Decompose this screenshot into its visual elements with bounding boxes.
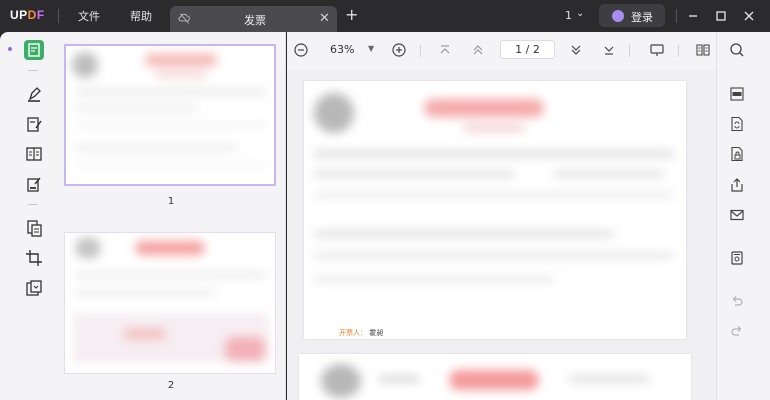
zoom-out-icon[interactable]	[293, 42, 309, 58]
share-icon[interactable]	[729, 177, 745, 193]
issuer-label: 开票人：	[339, 329, 367, 337]
reader-icon[interactable]	[24, 40, 44, 60]
toolbar-divider	[678, 45, 679, 57]
right-tool-rail	[716, 32, 770, 400]
document-page-2	[299, 354, 691, 400]
search-icon[interactable]	[729, 42, 745, 58]
close-window-icon[interactable]	[742, 9, 756, 23]
accent-dot	[8, 47, 12, 51]
compress-icon[interactable]	[24, 278, 44, 298]
presentation-icon[interactable]	[649, 42, 665, 58]
rail-divider	[28, 70, 38, 71]
page-thumbnail-2[interactable]	[64, 232, 276, 374]
title-divider	[58, 9, 59, 23]
login-button[interactable]: 登录	[599, 4, 665, 27]
document-viewer[interactable]: 开票人： 霍昶	[287, 70, 716, 400]
app-logo: UPDF	[10, 8, 45, 22]
next-page-icon[interactable]	[568, 42, 584, 58]
chevron-down-icon[interactable]: ⌄	[576, 8, 584, 19]
page-number-input[interactable]: 1 / 2	[500, 40, 555, 59]
toolbar-divider	[629, 45, 630, 57]
last-page-icon[interactable]	[601, 42, 617, 58]
page-thumbnail-1[interactable]	[64, 44, 276, 186]
protect-icon[interactable]	[729, 146, 745, 162]
thumbnail-page-number: 2	[167, 380, 175, 391]
highlighter-icon[interactable]	[24, 84, 44, 104]
thumbnail-content	[66, 46, 274, 184]
undo-icon[interactable]	[729, 294, 745, 310]
page-layout-icon[interactable]	[695, 42, 711, 58]
organize-pages-icon[interactable]	[24, 144, 44, 164]
menu-file[interactable]: 文件	[78, 8, 100, 24]
redo-icon[interactable]	[729, 324, 745, 340]
issuer-name: 霍昶	[369, 329, 384, 337]
window-count[interactable]: 1	[565, 9, 572, 22]
save-icon[interactable]	[729, 250, 745, 266]
issuer-line: 开票人： 霍昶	[339, 328, 383, 338]
previous-page-icon[interactable]	[470, 42, 486, 58]
document-tab[interactable]: 发票 ✕	[170, 6, 337, 32]
crop-icon[interactable]	[24, 248, 44, 268]
close-tab-icon[interactable]: ✕	[319, 11, 330, 26]
new-tab-button[interactable]: +	[345, 7, 358, 23]
login-label: 登录	[631, 11, 653, 24]
title-bar: UPDF 文件 帮助 发票 ✕ + 1 ⌄ 登录	[0, 0, 770, 32]
zoom-in-icon[interactable]	[391, 42, 407, 58]
tab-title: 发票	[244, 14, 266, 27]
edit-text-icon[interactable]	[24, 114, 44, 134]
menu-help[interactable]: 帮助	[130, 8, 152, 24]
user-avatar-icon	[612, 10, 624, 22]
rail-divider	[28, 204, 38, 205]
first-page-icon[interactable]	[437, 42, 453, 58]
left-tool-rail	[0, 32, 56, 400]
fill-sign-icon[interactable]	[24, 174, 44, 194]
view-toolbar: 63% ▼ 1 / 2	[287, 32, 716, 70]
document-page-1: 开票人： 霍昶	[304, 81, 686, 339]
ocr-icon[interactable]	[729, 86, 745, 102]
thumbnail-panel: 1 2	[56, 32, 286, 400]
page-content	[304, 81, 686, 311]
thumbnail-page-number: 1	[167, 196, 175, 207]
email-icon[interactable]	[729, 207, 745, 223]
zoom-dropdown-icon[interactable]: ▼	[368, 44, 374, 53]
title-divider	[676, 9, 677, 23]
maximize-icon[interactable]	[714, 9, 728, 23]
minimize-icon[interactable]	[686, 9, 700, 23]
convert-icon[interactable]	[24, 218, 44, 238]
zoom-level[interactable]: 63%	[330, 43, 354, 56]
page-content	[299, 354, 691, 400]
cloud-off-icon	[178, 12, 191, 25]
thumbnail-content	[65, 233, 275, 373]
toolbar-divider	[420, 45, 421, 57]
convert-pdf-icon[interactable]	[729, 116, 745, 132]
